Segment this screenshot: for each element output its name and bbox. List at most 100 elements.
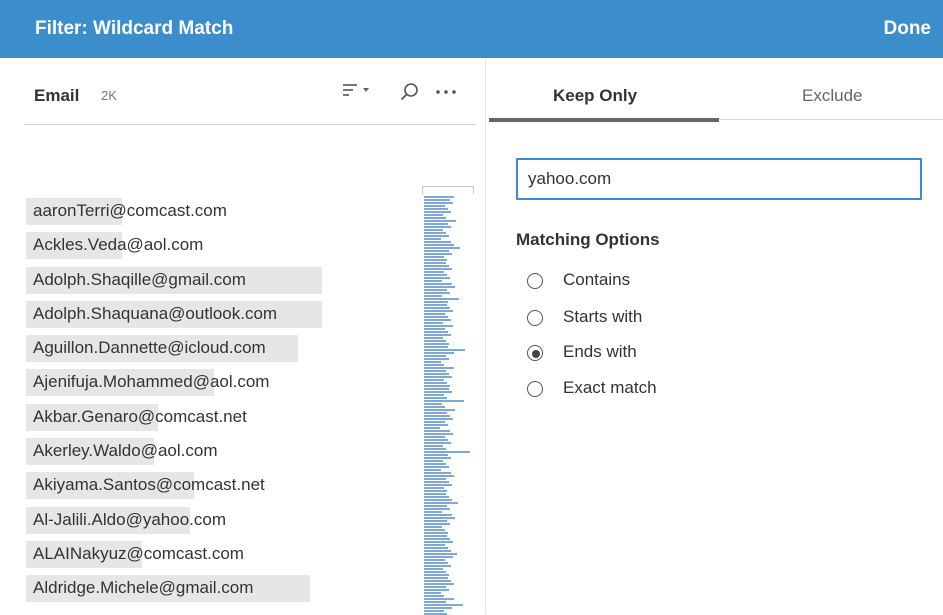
list-item[interactable]: Aguillon.Dannette@icloud.com xyxy=(26,330,426,364)
tab-keep-only[interactable]: Keep Only xyxy=(553,86,637,106)
histogram-bar xyxy=(424,319,451,321)
active-tab-indicator xyxy=(489,118,719,122)
histogram-bar xyxy=(424,415,450,417)
histogram-bar xyxy=(424,439,448,441)
search-icon[interactable] xyxy=(400,82,420,107)
histogram-bar xyxy=(424,364,444,366)
histogram-bar xyxy=(424,250,449,252)
radio-dot-icon xyxy=(532,350,540,358)
histogram-bar xyxy=(424,349,465,351)
radio-unselected-icon[interactable] xyxy=(527,381,543,397)
histogram-bar xyxy=(424,295,442,297)
histogram-bar xyxy=(424,445,443,447)
list-item-label: Al-Jalili.Aldo@yahoo.com xyxy=(33,509,227,529)
histogram-bar xyxy=(424,436,445,438)
histogram-bar xyxy=(424,442,451,444)
histogram-bar xyxy=(424,355,446,357)
radio-unselected-icon[interactable] xyxy=(527,273,543,289)
histogram-bar xyxy=(424,217,446,219)
histogram-bar xyxy=(424,451,470,453)
histogram-bar xyxy=(424,379,444,381)
list-item[interactable]: Akbar.Genaro@comcast.net xyxy=(26,399,426,433)
histogram-bar xyxy=(424,313,445,315)
histogram-bar xyxy=(424,265,449,267)
histogram-bar xyxy=(424,484,452,486)
histogram-bar xyxy=(424,454,448,456)
radio-option-label: Starts with xyxy=(563,307,643,326)
histogram-bar xyxy=(424,514,452,516)
histogram-bar xyxy=(424,520,447,522)
histogram-bar xyxy=(424,421,445,423)
histogram-bar xyxy=(424,211,451,213)
radio-option-label: Contains xyxy=(563,270,631,289)
radio-unselected-icon[interactable] xyxy=(527,310,543,326)
histogram-bar xyxy=(424,517,455,519)
histogram-bar xyxy=(424,499,452,501)
histogram-bar xyxy=(424,214,443,216)
histogram-bar xyxy=(424,505,447,507)
list-item-label: Aguillon.Dannette@icloud.com xyxy=(33,338,266,358)
histogram-bar xyxy=(424,235,449,237)
histogram-bar xyxy=(424,388,449,390)
histogram-bar xyxy=(424,583,454,585)
list-item-label: Akiyama.Santos@comcast.net xyxy=(33,475,265,495)
done-button[interactable]: Done xyxy=(884,0,932,58)
histogram-bar xyxy=(424,577,448,579)
radio-option-label: Exact match xyxy=(563,378,657,397)
histogram-bar xyxy=(424,481,449,483)
histogram-bar xyxy=(424,460,443,462)
histogram-bar xyxy=(424,463,446,465)
list-item[interactable]: Akerley.Waldo@aol.com xyxy=(26,433,426,467)
more-options-icon[interactable] xyxy=(434,82,460,107)
histogram-bar xyxy=(424,493,446,495)
histogram-bar xyxy=(424,565,451,567)
radio-option-label: Ends with xyxy=(563,342,637,361)
list-item[interactable]: Al-Jalili.Aldo@yahoo.com xyxy=(26,502,426,536)
histogram-bar xyxy=(424,358,449,360)
histogram-bar xyxy=(424,406,445,408)
list-item[interactable]: Akiyama.Santos@comcast.net xyxy=(26,467,426,501)
list-item[interactable]: Ajenifuja.Mohammed@aol.com xyxy=(26,364,426,398)
histogram-scroll-thumb[interactable] xyxy=(422,186,474,194)
list-item[interactable]: Adolph.Shaqille@gmail.com xyxy=(26,262,426,296)
filter-header: Filter: Wildcard Match Done xyxy=(0,0,943,58)
histogram-bar xyxy=(424,601,446,603)
histogram-bar xyxy=(424,352,454,354)
sort-icon[interactable] xyxy=(342,82,372,105)
histogram-bar xyxy=(424,595,444,597)
histogram-bar xyxy=(424,298,459,300)
list-item[interactable]: Adolph.Shaquana@outlook.com xyxy=(26,296,426,330)
histogram-bar xyxy=(424,559,445,561)
histogram-bar xyxy=(424,397,447,399)
histogram-bar xyxy=(424,343,449,345)
histogram-bar xyxy=(424,550,451,552)
histogram-bar xyxy=(424,202,453,204)
histogram-bar xyxy=(424,496,449,498)
list-item[interactable]: aaronTerri@comcast.com xyxy=(26,193,426,227)
filter-title: Filter: Wildcard Match xyxy=(35,18,234,39)
histogram-bar xyxy=(424,610,444,612)
histogram-bar xyxy=(424,574,449,576)
histogram-bar xyxy=(424,286,455,288)
histogram-bar xyxy=(424,475,454,477)
histogram-bar xyxy=(424,412,447,414)
list-item[interactable]: Ackles.Veda@aol.com xyxy=(26,227,426,261)
list-item[interactable]: ALAINakyuz@comcast.com xyxy=(26,536,426,570)
histogram-bar xyxy=(424,511,442,513)
tab-exclude[interactable]: Exclude xyxy=(802,86,862,106)
wildcard-match-input[interactable] xyxy=(516,158,922,200)
histogram-bar xyxy=(424,508,450,510)
histogram-bar xyxy=(424,208,448,210)
radio-selected-icon[interactable] xyxy=(527,345,543,361)
histogram-bar xyxy=(424,259,447,261)
histogram-bar xyxy=(424,541,453,543)
list-item[interactable]: Aldridge.Michele@gmail.com xyxy=(26,570,426,604)
field-count: 2K xyxy=(101,88,117,103)
histogram-bar xyxy=(424,220,456,222)
histogram-bar xyxy=(424,529,445,531)
histogram-bar xyxy=(424,490,447,492)
histogram-bar xyxy=(424,322,443,324)
histogram-bar xyxy=(424,457,451,459)
histogram-bar xyxy=(424,271,444,273)
list-item-label: Adolph.Shaquana@outlook.com xyxy=(33,303,278,323)
